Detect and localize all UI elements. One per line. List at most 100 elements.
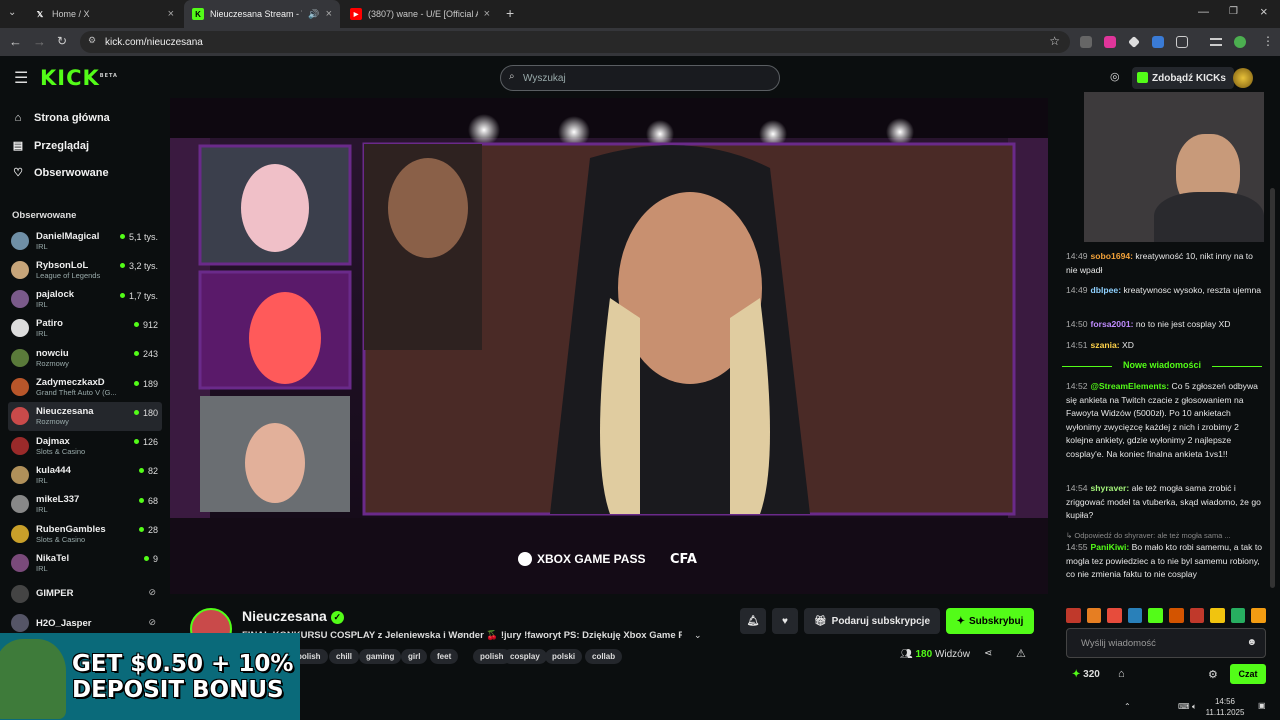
sidebar-channel-nieuczesana[interactable]: Nieuczesana Rozmowy 180 <box>8 401 162 431</box>
emoji-icon[interactable]: ☻ <box>1246 637 1257 648</box>
tag-collab[interactable]: collab <box>585 649 623 664</box>
extension-icon[interactable] <box>1128 36 1140 48</box>
gift-subscription-button[interactable]: 🎁︎ Podaruj subskrypcje <box>804 608 940 634</box>
chat-settings-icon[interactable]: ⚙ <box>1208 668 1218 681</box>
emote-icon[interactable] <box>1189 608 1205 623</box>
sidebar-channel-gimper[interactable]: GIMPER ⊘ <box>8 579 162 608</box>
new-tab-icon[interactable]: + <box>506 5 514 21</box>
tag-girl[interactable]: girl <box>401 649 428 664</box>
message-username[interactable]: PaniKiwi: <box>1091 542 1132 552</box>
store-icon[interactable]: ⌂ <box>1118 668 1125 680</box>
sidebar-channel-danielmagical[interactable]: DanielMagical IRL 5,1 tys. <box>8 226 162 255</box>
report-icon[interactable]: ⚠ <box>1016 647 1026 660</box>
sidebar-channel-rubengambles[interactable]: RubenGambles Slots & Casino 28 <box>8 519 162 548</box>
window-close-icon[interactable]: × <box>1260 4 1268 19</box>
user-avatar[interactable] <box>1233 68 1253 88</box>
message-time: 14:49 <box>1066 251 1088 261</box>
nav-label: Strona główna <box>34 112 110 124</box>
message-username[interactable]: dblpee: <box>1091 285 1124 295</box>
message-username[interactable]: shyraver: <box>1091 483 1132 493</box>
more-icon[interactable]: ⋮ <box>1262 34 1274 48</box>
send-chat-button[interactable]: Czat <box>1230 664 1266 684</box>
tag-feet[interactable]: feet <box>430 649 459 664</box>
subscribe-button[interactable]: ✦ Subskrybuj <box>946 608 1034 634</box>
tag-chill[interactable]: chill <box>329 649 360 664</box>
site-info-icon[interactable]: ⚙ <box>88 35 96 46</box>
extension-icon[interactable] <box>1152 36 1164 48</box>
sidebar-nav-home[interactable]: ⌂ Strona główna <box>12 112 110 124</box>
extension-icon[interactable] <box>1080 36 1092 48</box>
hamburger-menu-icon[interactable]: ☰ <box>14 68 28 88</box>
emote-icon[interactable] <box>1230 608 1246 623</box>
sidebar-channel-zadymeczkaxd[interactable]: ZadymeczkaxD Grand Theft Auto V (G... 189 <box>8 373 162 402</box>
get-kicks-button[interactable]: Zdobądź KICKs <box>1132 67 1234 89</box>
sidebar-channel-nowciu[interactable]: nowciu Rozmowy 243 <box>8 343 162 372</box>
forward-icon[interactable]: → <box>33 34 46 49</box>
close-icon[interactable]: × <box>326 8 332 20</box>
tab-youtube[interactable]: ▶ (3807) wane - U/E [Official Audi × <box>342 0 498 28</box>
points-display[interactable]: ✦ 320 <box>1072 669 1100 680</box>
verified-icon: ✓ <box>330 611 344 624</box>
streamer-name[interactable]: Nieuczesana ✓ <box>242 608 344 624</box>
close-icon[interactable]: × <box>484 8 490 20</box>
tag-gaming[interactable]: gaming <box>359 649 402 664</box>
minimize-icon[interactable]: — <box>1198 6 1209 18</box>
chat-input-box[interactable]: ☻ <box>1066 628 1266 658</box>
kick-logo[interactable]: KICKBETA <box>40 66 118 90</box>
sidebar-channel-mikel337[interactable]: mikeL337 IRL 68 <box>8 490 162 519</box>
message-username[interactable]: sobo1694: <box>1091 251 1136 261</box>
sidebar-channel-rybsonlol[interactable]: RybsonLoL League of Legends 3,2 tys. <box>8 255 162 284</box>
video-player[interactable]: XBOX GAME PASS CFA <box>170 98 1048 594</box>
notifications-icon[interactable]: ◎ <box>1110 70 1120 83</box>
emote-icon[interactable] <box>1127 608 1143 623</box>
tag-cosplay[interactable]: cosplay <box>503 649 547 664</box>
restore-icon[interactable]: ❐ <box>1229 6 1238 17</box>
close-icon[interactable]: × <box>168 8 174 20</box>
clock[interactable]: 14:56 11.11.2025 <box>1200 696 1250 718</box>
tab-x[interactable]: 𝕏 Home / X × <box>26 0 182 28</box>
sidebar-channel-kula444[interactable]: kula444 IRL 82 <box>8 460 162 489</box>
emote-icon[interactable] <box>1210 608 1225 623</box>
sidebar-channel-dajmax[interactable]: Dajmax Slots & Casino 126 <box>8 431 162 460</box>
tab-kick[interactable]: K Nieuczesana Stream - Watc 🔊 × <box>184 0 340 28</box>
message-username[interactable]: szania: <box>1091 340 1123 350</box>
search-bar[interactable]: ⌕ <box>500 65 780 91</box>
message-username[interactable]: forsa2001: <box>1091 319 1136 329</box>
channel-category: Slots & Casino <box>36 446 86 456</box>
puzzle-icon[interactable] <box>1176 36 1188 48</box>
sidebar-channel-patiro[interactable]: Patiro IRL 912 <box>8 314 162 343</box>
emote-icon[interactable] <box>1107 608 1122 623</box>
follow-heart-button[interactable]: ♥ <box>772 608 798 634</box>
volume-icon[interactable]: 🔈︎ <box>1192 702 1197 712</box>
emote-icon[interactable] <box>1086 608 1102 623</box>
chat-input[interactable] <box>1081 637 1241 649</box>
reload-icon[interactable]: ↻ <box>57 34 67 48</box>
notification-center-icon[interactable]: ▣ <box>1258 701 1266 710</box>
chat-scrollbar[interactable] <box>1270 188 1275 588</box>
notification-bell-button[interactable]: 🔔︎ <box>740 608 766 634</box>
sidebar-channel-nikatel[interactable]: NikaTel IRL 9 <box>8 548 162 577</box>
emote-icon[interactable] <box>1148 608 1163 623</box>
expand-title-icon[interactable]: ⌄ <box>694 630 702 641</box>
ad-banner[interactable]: GET $0.50 + 10% DEPOSIT BONUS <box>0 633 300 720</box>
tab-list-icon[interactable]: ⌄ <box>8 7 16 18</box>
menu-list-icon[interactable] <box>1210 38 1222 46</box>
sidebar-channel-pajalock[interactable]: pajalock IRL 1,7 tys. <box>8 285 162 314</box>
sidebar-nav-browse[interactable]: ▤ Przeglądaj <box>12 139 89 153</box>
search-input[interactable] <box>523 72 763 84</box>
tray-chevron-icon[interactable]: ⌃ <box>1124 702 1131 711</box>
url-field[interactable]: ⚙ kick.com/nieuczesana ☆ <box>80 31 1070 53</box>
profile-icon[interactable] <box>1234 36 1246 48</box>
emote-icon[interactable] <box>1066 608 1081 623</box>
sidebar-nav-following[interactable]: ♡ Obserwowane <box>12 166 109 180</box>
tag-polski[interactable]: polski <box>545 649 583 664</box>
emote-icon[interactable] <box>1168 608 1184 623</box>
network-icon[interactable]: ⌨ <box>1178 702 1190 711</box>
emote-icon[interactable] <box>1251 608 1266 623</box>
message-username[interactable]: @StreamElements: <box>1091 381 1172 391</box>
speaker-icon[interactable]: 🔊 <box>308 9 319 20</box>
share-icon[interactable]: ⋖ <box>984 648 992 659</box>
extension-icon[interactable] <box>1104 36 1116 48</box>
bookmark-star-icon[interactable]: ☆ <box>1049 34 1060 48</box>
back-icon[interactable]: ← <box>9 34 22 49</box>
